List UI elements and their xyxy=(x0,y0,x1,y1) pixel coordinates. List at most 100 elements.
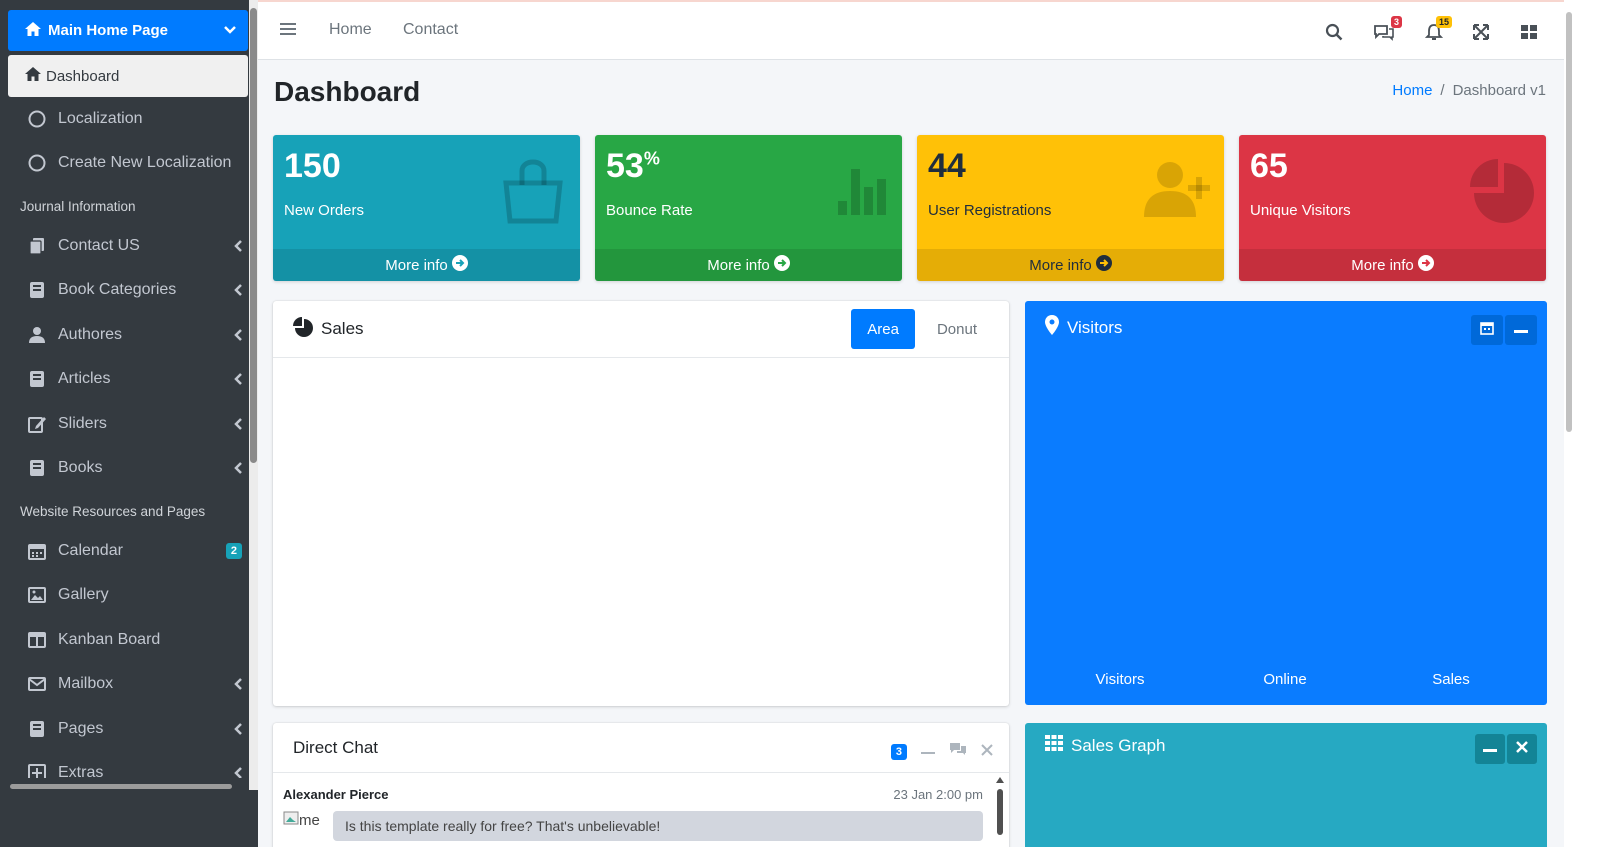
stat-value: 65 xyxy=(1250,147,1288,185)
breadcrumb-home-link[interactable]: Home xyxy=(1392,82,1432,99)
collapse-button[interactable] xyxy=(1475,734,1505,764)
chevron-left-icon xyxy=(224,723,242,735)
close-icon[interactable] xyxy=(981,743,993,761)
calendar-button[interactable] xyxy=(1471,315,1503,345)
scrollbar-thumb[interactable] xyxy=(10,784,232,789)
more-info-label: More info xyxy=(707,256,770,274)
card-title: Sales Graph xyxy=(1071,735,1166,755)
map-marker-icon xyxy=(1045,315,1059,340)
search-icon[interactable] xyxy=(1322,20,1346,44)
sidebar-item-label: Sliders xyxy=(58,415,107,432)
card-title: Sales xyxy=(321,319,364,338)
scrollbar-thumb[interactable] xyxy=(1566,12,1572,432)
sidebar-item-create-new-localization[interactable]: Create New Localization xyxy=(20,145,242,181)
edit-icon xyxy=(20,415,58,433)
more-info-link[interactable]: More info xyxy=(1239,249,1546,281)
sidebar-item-dashboard[interactable]: Dashboard xyxy=(8,55,248,97)
sidebar-vertical-scrollbar[interactable] xyxy=(249,0,258,790)
sidebar-item-label: Mailbox xyxy=(58,675,114,692)
book-icon xyxy=(20,459,58,477)
sidebar-item-calendar[interactable]: Calendar 2 xyxy=(20,533,242,569)
home-icon xyxy=(24,66,42,86)
pie-chart-icon xyxy=(1468,159,1534,230)
chat-tools: 3 xyxy=(890,741,993,762)
hamburger-menu-icon[interactable] xyxy=(280,21,298,42)
minus-icon xyxy=(1483,740,1497,758)
scrollbar-thumb[interactable] xyxy=(250,8,257,463)
user-icon xyxy=(20,326,58,344)
close-icon xyxy=(1516,740,1528,758)
sidebar-item-pages[interactable]: Pages xyxy=(20,711,242,747)
arrow-circle-right-icon xyxy=(1417,255,1434,275)
brand-label: Main Home Page xyxy=(48,22,169,39)
card-header: Sales Graph xyxy=(1045,735,1166,756)
bell-icon[interactable]: 15 xyxy=(1422,16,1452,44)
sidebar-item-mailbox[interactable]: Mailbox xyxy=(20,666,242,702)
shopping-bag-icon xyxy=(498,155,568,230)
sidebar-item-authores[interactable]: Authores xyxy=(20,317,242,353)
more-info-link[interactable]: More info xyxy=(273,249,580,281)
sales-card: Sales Area Donut xyxy=(273,301,1009,706)
message-time: 23 Jan 2:00 pm xyxy=(893,787,983,802)
online-footer-label: Online xyxy=(1263,671,1307,688)
minus-icon[interactable] xyxy=(921,743,935,761)
card-title: Direct Chat xyxy=(293,737,379,757)
notifications-badge: 15 xyxy=(1435,16,1452,28)
circle-icon xyxy=(20,154,58,172)
card-title: Visitors xyxy=(1067,317,1123,337)
close-button[interactable] xyxy=(1507,734,1537,764)
comments-icon[interactable] xyxy=(949,741,967,762)
nav-link-home[interactable]: Home xyxy=(329,21,372,39)
messages-badge: 3 xyxy=(1390,16,1402,28)
sales-graph-card: Sales Graph xyxy=(1025,723,1547,847)
sales-footer-label: Sales xyxy=(1432,671,1470,688)
messages-icon[interactable]: 3 xyxy=(1372,16,1402,44)
visitors-footer-label: Visitors xyxy=(1095,671,1145,688)
stat-value: 44 xyxy=(928,147,966,185)
page-vertical-scrollbar[interactable] xyxy=(1564,0,1600,847)
direct-chat-card: Direct Chat 3 Alexander Pierce 23 Jan 2:… xyxy=(273,723,1009,847)
nav-link-contact[interactable]: Contact xyxy=(403,21,458,39)
stat-value: 53% xyxy=(606,147,660,185)
stat-box-bounce-rate: 53% Bounce Rate More info xyxy=(595,135,902,281)
circle-icon xyxy=(20,110,58,128)
collapse-button[interactable] xyxy=(1505,315,1537,345)
arrow-circle-right-icon xyxy=(451,255,468,275)
sidebar-item-kanban-board[interactable]: Kanban Board xyxy=(20,622,242,658)
book-icon xyxy=(20,370,58,388)
chat-scrollbar[interactable] xyxy=(995,775,1005,835)
main-home-page-button[interactable]: Main Home Page xyxy=(8,10,248,51)
sidebar-item-sliders[interactable]: Sliders xyxy=(20,406,242,442)
sidebar-item-label: Kanban Board xyxy=(58,631,161,648)
more-info-label: More info xyxy=(1351,256,1414,274)
sidebar-item-localization[interactable]: Localization xyxy=(20,101,242,137)
image-icon xyxy=(20,586,58,604)
sidebar-item-articles[interactable]: Articles xyxy=(20,361,242,397)
sidebar-header-journal: Journal Information xyxy=(20,199,136,214)
sidebar-item-label: Pages xyxy=(58,720,104,737)
sidebar-item-books[interactable]: Books xyxy=(20,450,242,486)
chevron-left-icon xyxy=(224,418,242,430)
stat-box-unique-visitors: 65 Unique Visitors More info xyxy=(1239,135,1546,281)
breadcrumb-separator: / xyxy=(1440,82,1445,99)
more-info-link[interactable]: More info xyxy=(595,249,902,281)
more-info-link[interactable]: More info xyxy=(917,249,1224,281)
stat-label: Bounce Rate xyxy=(606,202,693,219)
message-author: Alexander Pierce xyxy=(283,787,389,802)
tab-area[interactable]: Area xyxy=(851,309,915,349)
sidebar-item-book-categories[interactable]: Book Categories xyxy=(20,272,242,308)
chevron-down-icon[interactable] xyxy=(224,22,236,39)
sidebar-horizontal-scrollbar[interactable] xyxy=(0,778,249,792)
breadcrumb: Home / Dashboard v1 xyxy=(1392,82,1546,99)
sidebar-item-label: Authores xyxy=(58,326,123,343)
stat-box-user-registrations: 44 User Registrations More info xyxy=(917,135,1224,281)
tab-donut[interactable]: Donut xyxy=(921,309,993,349)
calendar-badge: 2 xyxy=(225,543,242,559)
sidebar-item-contact-us[interactable]: Contact US xyxy=(20,228,242,264)
sidebar-item-label: Localization xyxy=(58,110,143,127)
sidebar-item-gallery[interactable]: Gallery xyxy=(20,577,242,613)
sidebar-item-label: Contact US xyxy=(58,237,140,254)
fullscreen-icon[interactable] xyxy=(1469,20,1493,44)
envelope-icon xyxy=(20,675,58,693)
grid-layout-icon[interactable] xyxy=(1517,20,1541,44)
